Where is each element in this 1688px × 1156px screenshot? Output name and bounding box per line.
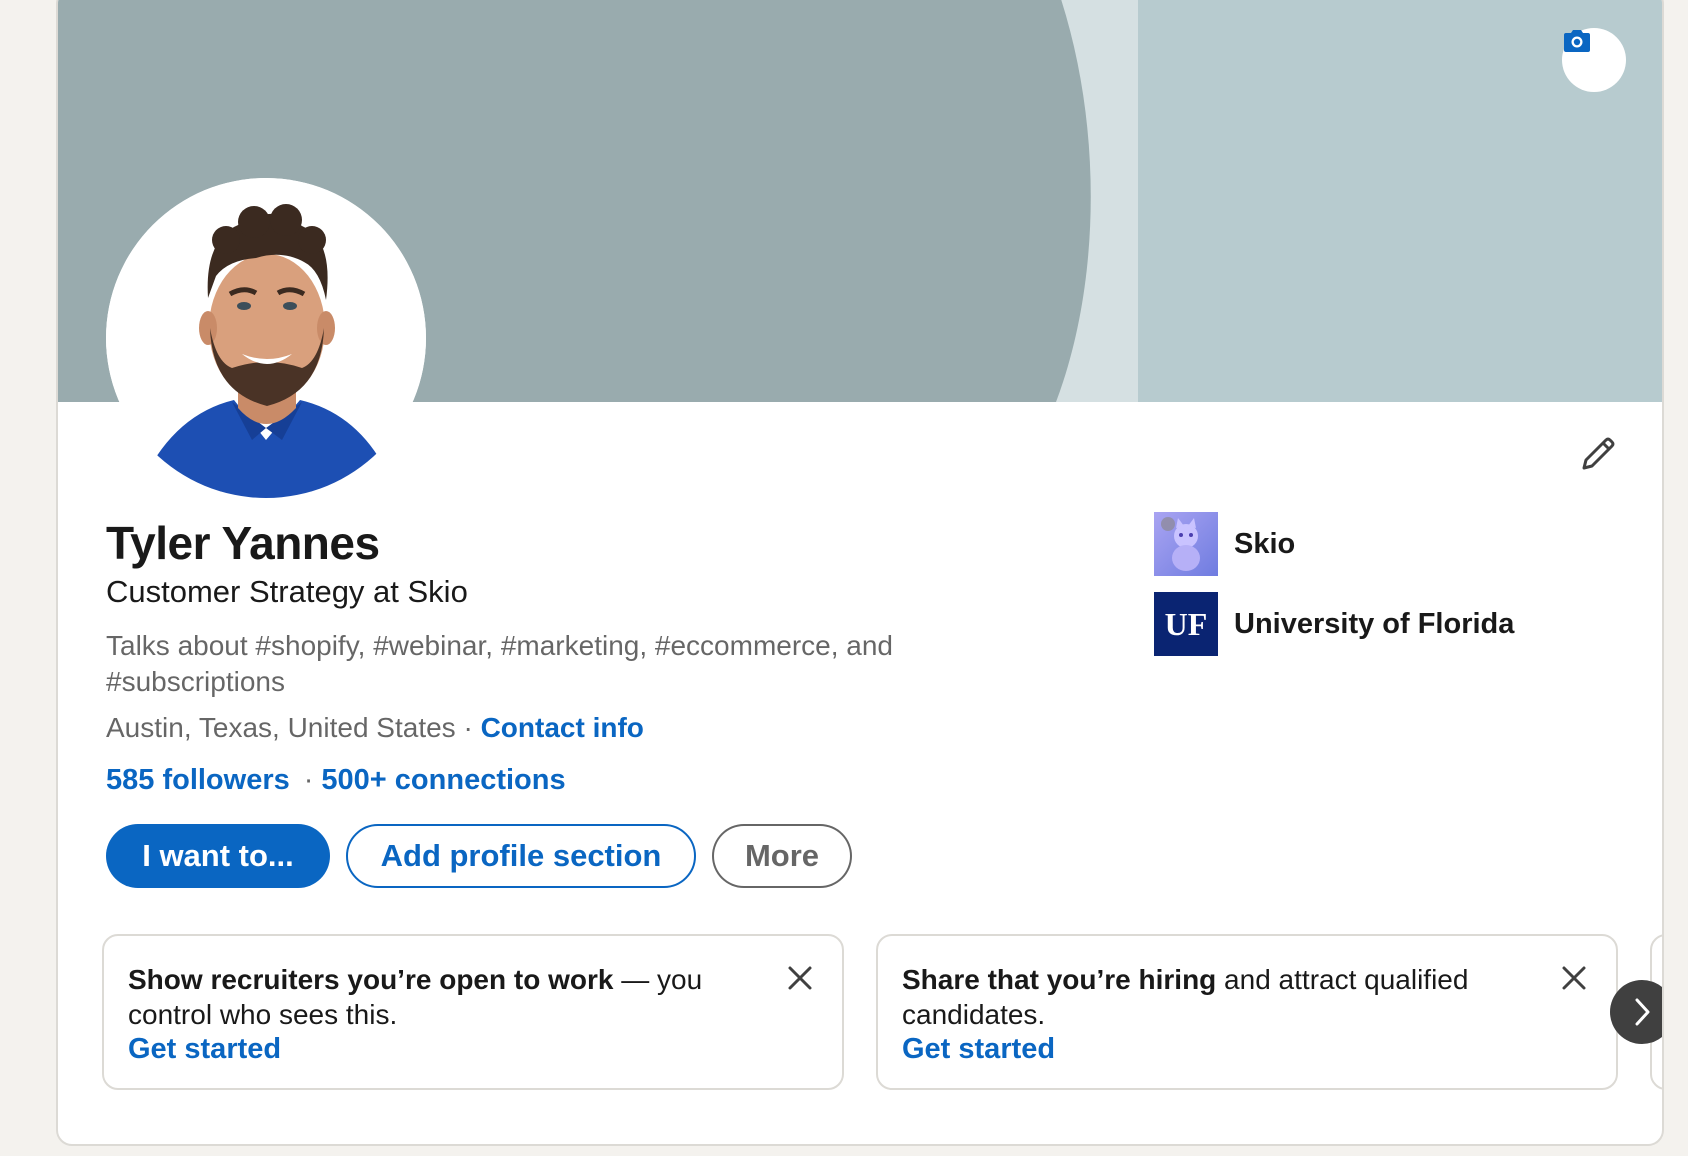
network-line: 585 followers · 500+ connections: [106, 764, 566, 797]
close-icon: [788, 966, 812, 990]
avatar[interactable]: [106, 178, 426, 498]
uf-logo: UF: [1154, 592, 1218, 656]
org-item-skio[interactable]: Skio: [1154, 512, 1514, 576]
carousel-next-button[interactable]: [1610, 980, 1662, 1044]
dismiss-button[interactable]: [1554, 958, 1594, 998]
skio-logo: [1154, 512, 1218, 576]
location-line: Austin, Texas, United States · Contact i…: [106, 712, 644, 744]
promo-text: Show recruiters you’re open to work — yo…: [128, 962, 748, 1032]
close-icon: [1562, 966, 1586, 990]
edit-background-button[interactable]: [1562, 28, 1626, 92]
organizations-list: Skio UF University of Florida: [1154, 512, 1514, 672]
pencil-icon: [1582, 437, 1615, 470]
followers-link[interactable]: 585 followers: [106, 764, 290, 796]
network-separator: ·: [303, 764, 314, 796]
i-want-to-button[interactable]: I want to...: [106, 824, 330, 888]
profile-name: Tyler Yannes: [106, 517, 380, 569]
promo-card-hiring: Share that you’re hiring and attract qua…: [876, 934, 1618, 1090]
contact-info-link[interactable]: Contact info: [481, 712, 644, 743]
org-item-university-of-florida[interactable]: UF University of Florida: [1154, 592, 1514, 656]
more-button[interactable]: More: [712, 824, 852, 888]
svg-text:UF: UF: [1165, 606, 1208, 642]
location-separator: ·: [455, 712, 481, 743]
promo-card-open-to-work: Show recruiters you’re open to work — yo…: [102, 934, 844, 1090]
dismiss-button[interactable]: [780, 958, 820, 998]
promo-bold-text: Share that you’re hiring: [902, 964, 1217, 995]
chevron-right-icon: [1635, 998, 1650, 1026]
profile-topics: Talks about #shopify, #webinar, #marketi…: [106, 630, 894, 697]
profile-actions: I want to... Add profile section More: [106, 824, 852, 888]
promo-bold-text: Show recruiters you’re open to work: [128, 964, 614, 995]
org-name-university-of-florida: University of Florida: [1234, 607, 1515, 640]
profile-headline: Customer Strategy at Skio: [106, 574, 468, 609]
camera-icon: [1564, 30, 1590, 52]
connections-link[interactable]: 500+ connections: [321, 764, 565, 796]
profile-location: Austin, Texas, United States: [106, 712, 456, 743]
promo-text: Share that you’re hiring and attract qua…: [902, 962, 1522, 1032]
get-started-link[interactable]: Get started: [128, 1032, 818, 1067]
get-started-link[interactable]: Get started: [902, 1032, 1592, 1067]
add-profile-section-button[interactable]: Add profile section: [346, 824, 696, 888]
profile-card: Tyler Yannes Customer Strategy at Skio T…: [56, 0, 1664, 1146]
edit-intro-button[interactable]: [1566, 422, 1630, 486]
profile-photo: [106, 178, 426, 498]
org-name-skio: Skio: [1234, 527, 1296, 560]
